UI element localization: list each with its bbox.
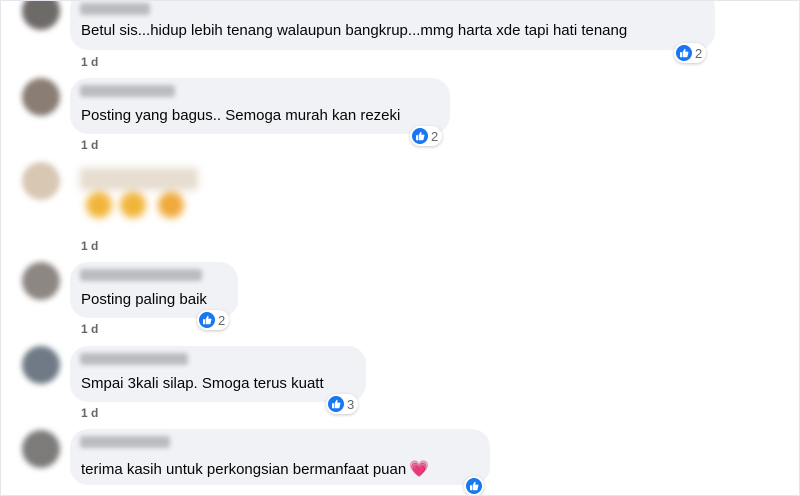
- commenter-name[interactable]: [80, 269, 202, 281]
- reaction-number: 2: [431, 128, 439, 144]
- like-thumb-icon: [676, 45, 692, 61]
- avatar[interactable]: [22, 78, 60, 116]
- reaction-count[interactable]: 3: [326, 394, 359, 414]
- comment-time[interactable]: 1 d: [81, 239, 98, 253]
- comment-time[interactable]: 1 d: [81, 322, 98, 336]
- comment-text: Posting yang bagus.. Semoga murah kan re…: [81, 107, 401, 124]
- commenter-name[interactable]: [80, 85, 175, 97]
- comment-bubble: Smpai 3kali silap. Smoga terus kuatt: [70, 346, 366, 402]
- like-thumb-icon: [199, 312, 215, 328]
- avatar[interactable]: [22, 346, 60, 384]
- comment-text: Posting paling baik: [81, 291, 207, 308]
- reaction-number: 3: [347, 396, 355, 412]
- comment-text: terima kasih untuk perkongsian bermanfaa…: [81, 461, 430, 478]
- comment-thread: Betul sis...hidup lebih tenang walaupun …: [0, 0, 800, 496]
- heart-emoji: 💗: [409, 461, 430, 478]
- avatar[interactable]: [22, 162, 60, 200]
- commenter-name[interactable]: [80, 436, 170, 448]
- reaction-count[interactable]: 2: [674, 43, 707, 63]
- comment-bubble: Posting yang bagus.. Semoga murah kan re…: [70, 78, 450, 134]
- comment-text: Smpai 3kali silap. Smoga terus kuatt: [81, 375, 324, 392]
- avatar[interactable]: [22, 430, 60, 468]
- comment-bubble: Betul sis...hidup lebih tenang walaupun …: [70, 0, 715, 50]
- commenter-name[interactable]: [80, 3, 150, 15]
- like-thumb-icon: [466, 478, 482, 494]
- reaction-count[interactable]: [464, 476, 484, 496]
- reaction-number: 2: [695, 45, 703, 61]
- reaction-count[interactable]: 2: [197, 310, 230, 330]
- avatar[interactable]: [22, 0, 60, 30]
- comment-time[interactable]: 1 d: [81, 406, 98, 420]
- comment-bubble: terima kasih untuk perkongsian bermanfaa…: [70, 429, 490, 485]
- like-thumb-icon: [328, 396, 344, 412]
- like-thumb-icon: [412, 128, 428, 144]
- comment-time[interactable]: 1 d: [81, 55, 98, 69]
- reaction-count[interactable]: 2: [410, 126, 443, 146]
- comment-time[interactable]: 1 d: [81, 138, 98, 152]
- avatar[interactable]: [22, 262, 60, 300]
- commenter-name[interactable]: [80, 353, 188, 365]
- reaction-number: 2: [218, 312, 226, 328]
- emoji-sticker: [80, 168, 198, 226]
- comment-text: Betul sis...hidup lebih tenang walaupun …: [81, 22, 628, 39]
